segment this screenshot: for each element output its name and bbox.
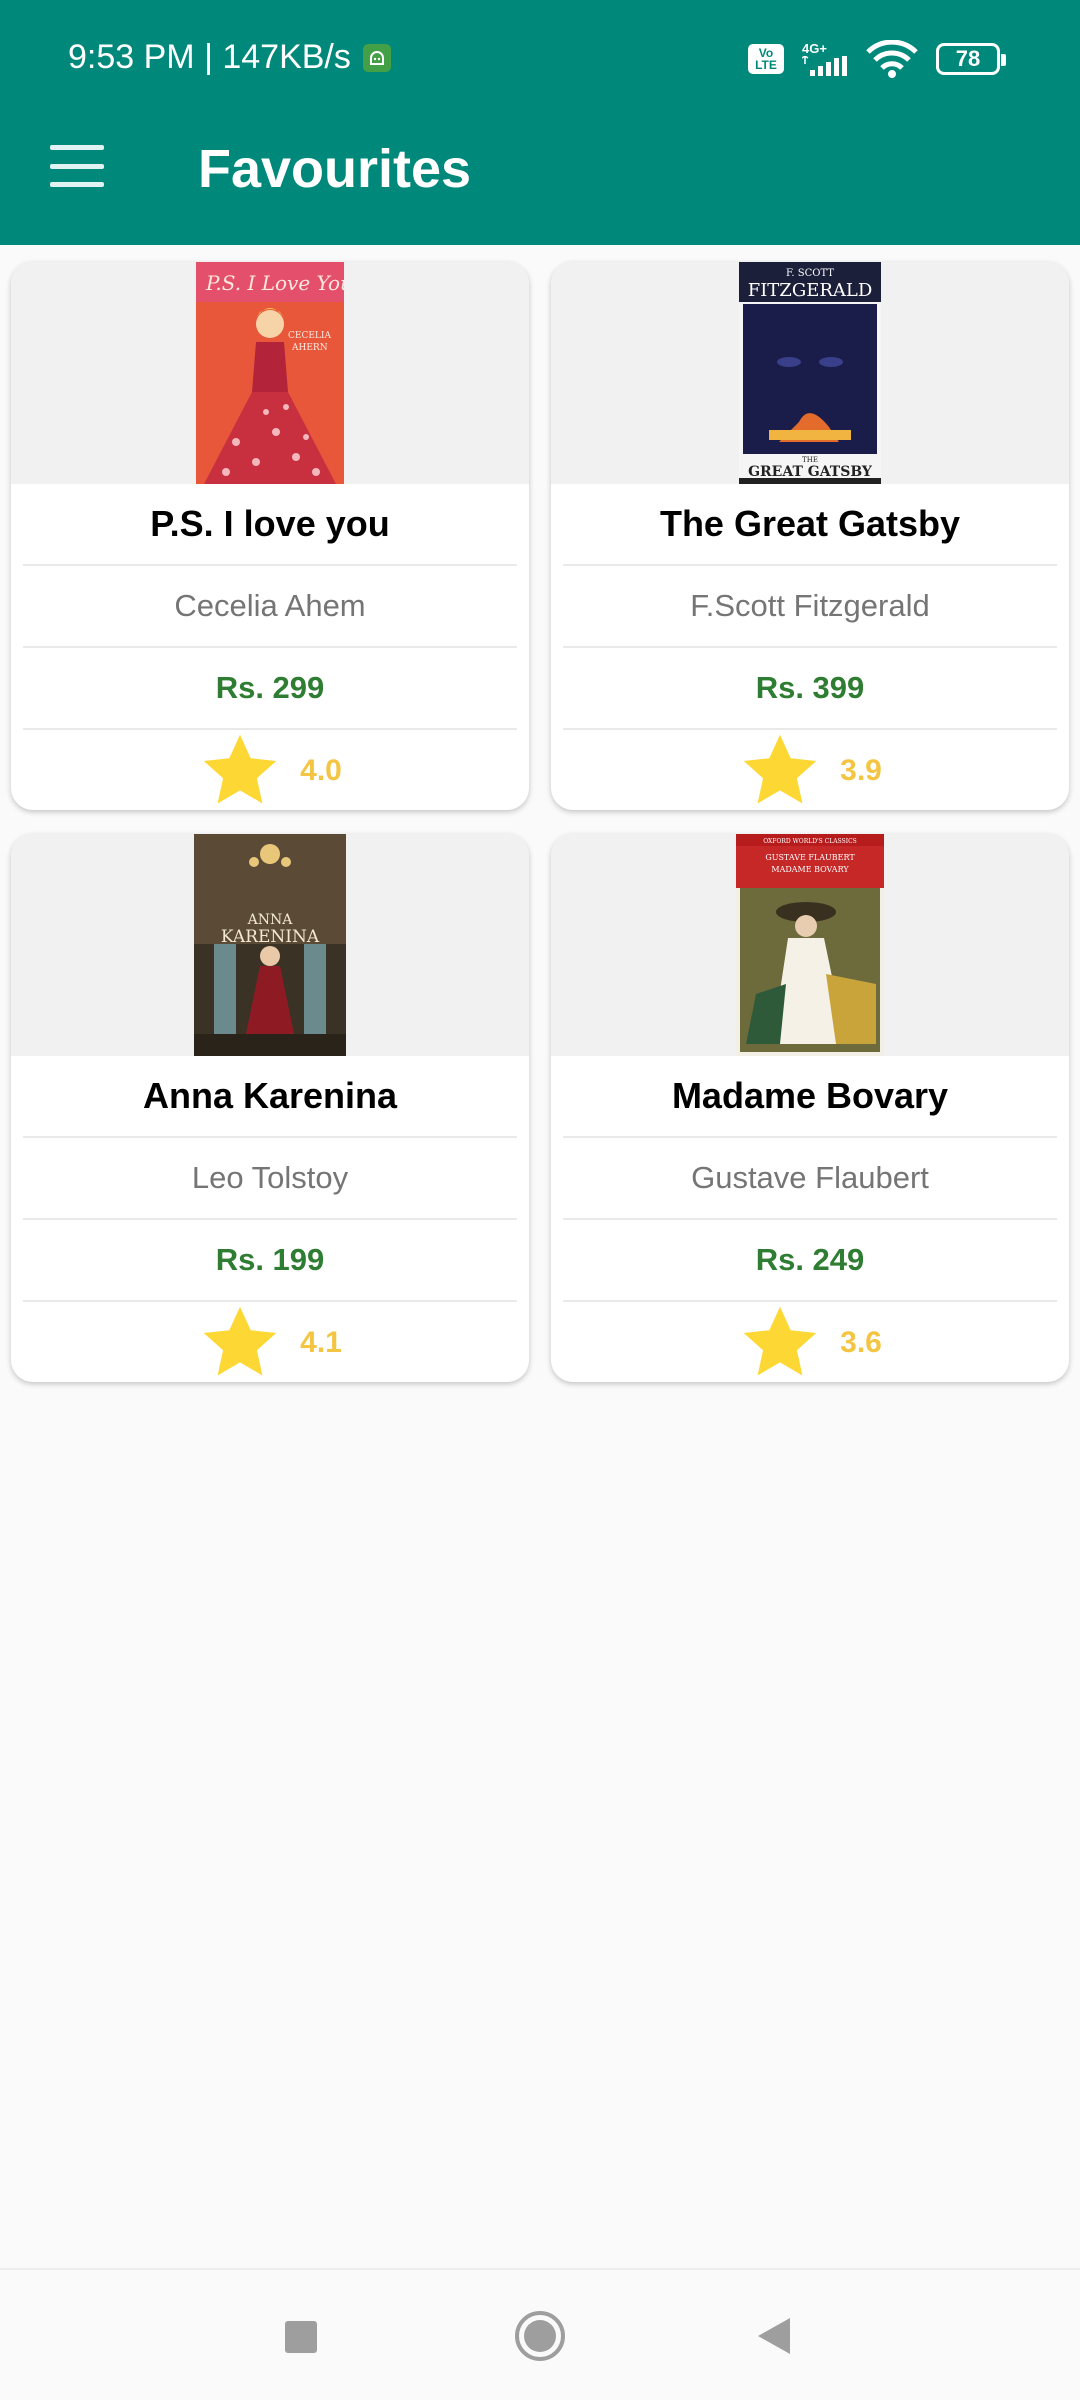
system-navigation-bar xyxy=(0,2268,1080,2400)
book-rating: 4.1 xyxy=(23,1302,517,1382)
svg-text:P.S. I Love You: P.S. I Love You xyxy=(205,271,344,295)
rating-value: 3.6 xyxy=(840,1326,882,1359)
status-bar: 9:53 PM | 147KB/s Vo LTE 4G+ 78 xyxy=(0,0,1080,118)
book-author: F.Scott Fitzgerald xyxy=(563,566,1057,648)
volte-icon: Vo LTE xyxy=(748,44,784,74)
book-card-great-gatsby[interactable]: F. SCOTT FITZGERALD THE GREAT GATSBY The… xyxy=(551,262,1069,810)
book-author: Gustave Flaubert xyxy=(563,1138,1057,1220)
wifi-icon xyxy=(866,40,918,78)
book-cover-area: P.S. I Love You CECELIA AHERN xyxy=(11,262,529,484)
book-cover-image: F. SCOTT FITZGERALD THE GREAT GATSBY xyxy=(739,262,881,484)
app-bar: 9:53 PM | 147KB/s Vo LTE 4G+ 78 Favourit… xyxy=(0,0,1080,245)
book-rating: 3.6 xyxy=(563,1302,1057,1382)
page-title: Favourites xyxy=(198,139,472,199)
star-icon xyxy=(203,1306,277,1376)
svg-text:OXFORD WORLD'S CLASSICS: OXFORD WORLD'S CLASSICS xyxy=(763,838,857,845)
book-cover-image: P.S. I Love You CECELIA AHERN xyxy=(196,262,344,484)
circle-home-icon[interactable] xyxy=(514,2310,566,2362)
book-card-anna-karenina[interactable]: ANNA KARENINA Anna Karenina Leo Tolstoy … xyxy=(11,834,529,1382)
book-price: Rs. 249 xyxy=(563,1220,1057,1302)
svg-text:GUSTAVE FLAUBERT: GUSTAVE FLAUBERT xyxy=(765,853,855,862)
star-icon xyxy=(743,734,817,804)
book-author: Leo Tolstoy xyxy=(23,1138,517,1220)
status-left: 9:53 PM | 147KB/s xyxy=(68,38,391,77)
svg-text:AHERN: AHERN xyxy=(291,343,328,353)
hamburger-menu-icon[interactable] xyxy=(50,145,104,187)
rating-value: 4.0 xyxy=(300,754,342,787)
network-type: 4G+ xyxy=(802,41,827,56)
book-title: Anna Karenina xyxy=(23,1056,517,1138)
book-price: Rs. 199 xyxy=(23,1220,517,1302)
svg-text:THE: THE xyxy=(802,456,818,464)
android-notification-icon xyxy=(362,43,391,72)
svg-text:ANNA: ANNA xyxy=(247,912,294,928)
book-cover-area: F. SCOTT FITZGERALD THE GREAT GATSBY xyxy=(551,262,1069,484)
svg-text:CECELIA: CECELIA xyxy=(288,331,331,341)
book-cover-image: ANNA KARENINA xyxy=(194,834,346,1056)
book-cover-area: ANNA KARENINA xyxy=(11,834,529,1056)
svg-text:MADAME BOVARY: MADAME BOVARY xyxy=(771,865,849,874)
triangle-back-icon[interactable] xyxy=(756,2316,792,2356)
book-rating: 4.0 xyxy=(23,730,517,810)
rating-value: 3.9 xyxy=(840,754,882,787)
status-right: Vo LTE 4G+ 78 xyxy=(748,38,1006,80)
book-title: P.S. I love you xyxy=(23,484,517,566)
book-rating: 3.9 xyxy=(563,730,1057,810)
square-recents-icon[interactable] xyxy=(284,2320,318,2354)
svg-text:GREAT GATSBY: GREAT GATSBY xyxy=(748,464,873,480)
book-author: Cecelia Ahem xyxy=(23,566,517,648)
book-title: The Great Gatsby xyxy=(563,484,1057,566)
book-card-ps-i-love-you[interactable]: P.S. I Love You CECELIA AHERN P.S. I lov… xyxy=(11,262,529,810)
book-cover-image: OXFORD WORLD'S CLASSICS GUSTAVE FLAUBERT… xyxy=(736,834,884,1056)
book-cover-area: OXFORD WORLD'S CLASSICS GUSTAVE FLAUBERT… xyxy=(551,834,1069,1056)
book-price: Rs. 399 xyxy=(563,648,1057,730)
rating-value: 4.1 xyxy=(300,1326,342,1359)
svg-text:FITZGERALD: FITZGERALD xyxy=(748,280,873,301)
status-time-speed: 9:53 PM | 147KB/s xyxy=(68,38,351,76)
svg-text:F. SCOTT: F. SCOTT xyxy=(786,268,834,279)
battery-icon: 78 xyxy=(936,43,1006,75)
star-icon xyxy=(743,1306,817,1376)
signal-icon: 4G+ xyxy=(802,42,848,76)
book-title: Madame Bovary xyxy=(563,1056,1057,1138)
book-card-madame-bovary[interactable]: OXFORD WORLD'S CLASSICS GUSTAVE FLAUBERT… xyxy=(551,834,1069,1382)
book-price: Rs. 299 xyxy=(23,648,517,730)
star-icon xyxy=(203,734,277,804)
